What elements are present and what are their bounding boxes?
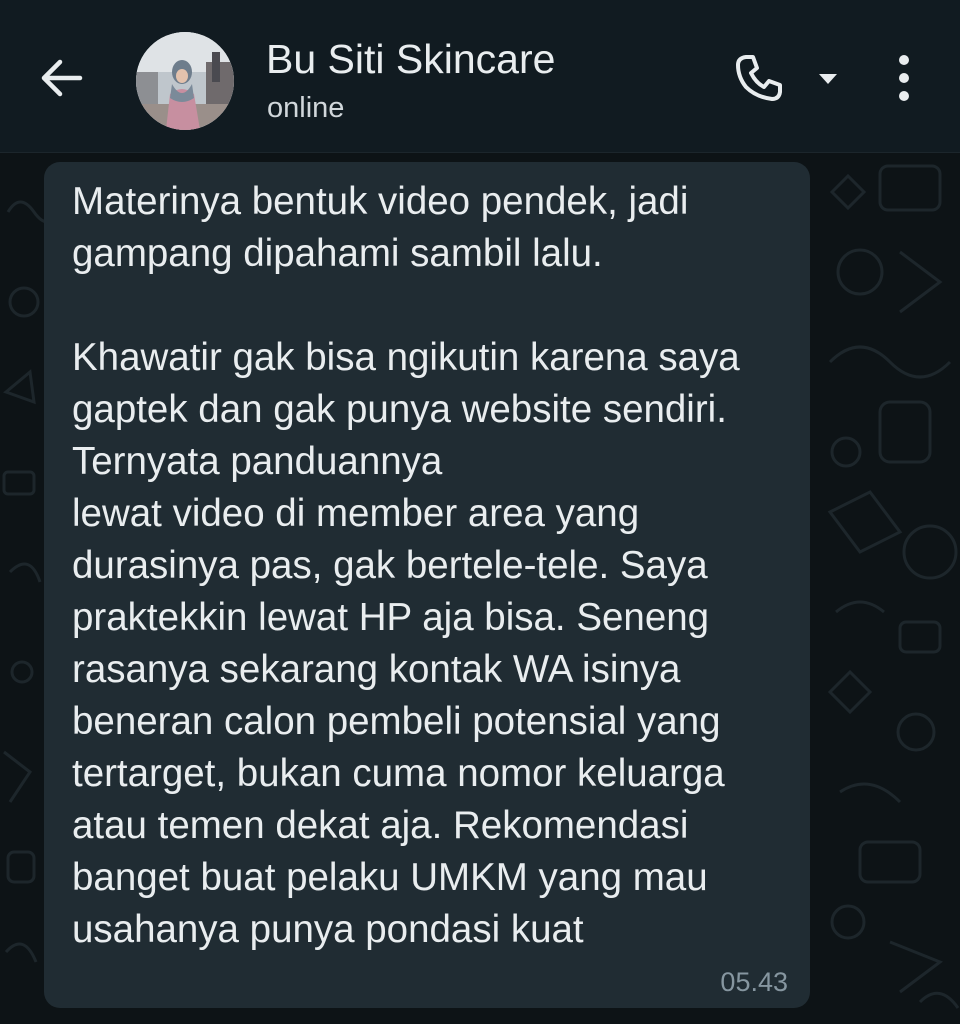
avatar[interactable] bbox=[136, 32, 234, 130]
contact-name[interactable]: Bu Siti Skincare bbox=[266, 36, 555, 83]
arrow-left-icon bbox=[38, 54, 86, 107]
caret-down-icon[interactable] bbox=[816, 66, 840, 95]
message-text: Materinya bentuk video pendek, jadi gamp… bbox=[72, 180, 740, 951]
more-vertical-icon bbox=[896, 53, 912, 108]
message-bubble[interactable]: Materinya bentuk video pendek, jadi gamp… bbox=[44, 162, 810, 1008]
phone-icon bbox=[732, 51, 786, 110]
chat-screen: Bu Siti Skincare online Materinya bentuk… bbox=[0, 0, 960, 1024]
call-button[interactable] bbox=[732, 48, 852, 112]
message-timestamp: 05.43 bbox=[720, 967, 788, 997]
chat-area[interactable]: Materinya bentuk video pendek, jadi gamp… bbox=[0, 152, 960, 1024]
chat-header: Bu Siti Skincare online bbox=[0, 0, 960, 153]
menu-button[interactable] bbox=[880, 48, 928, 112]
back-button[interactable] bbox=[30, 48, 94, 112]
contact-status: online bbox=[267, 92, 345, 124]
